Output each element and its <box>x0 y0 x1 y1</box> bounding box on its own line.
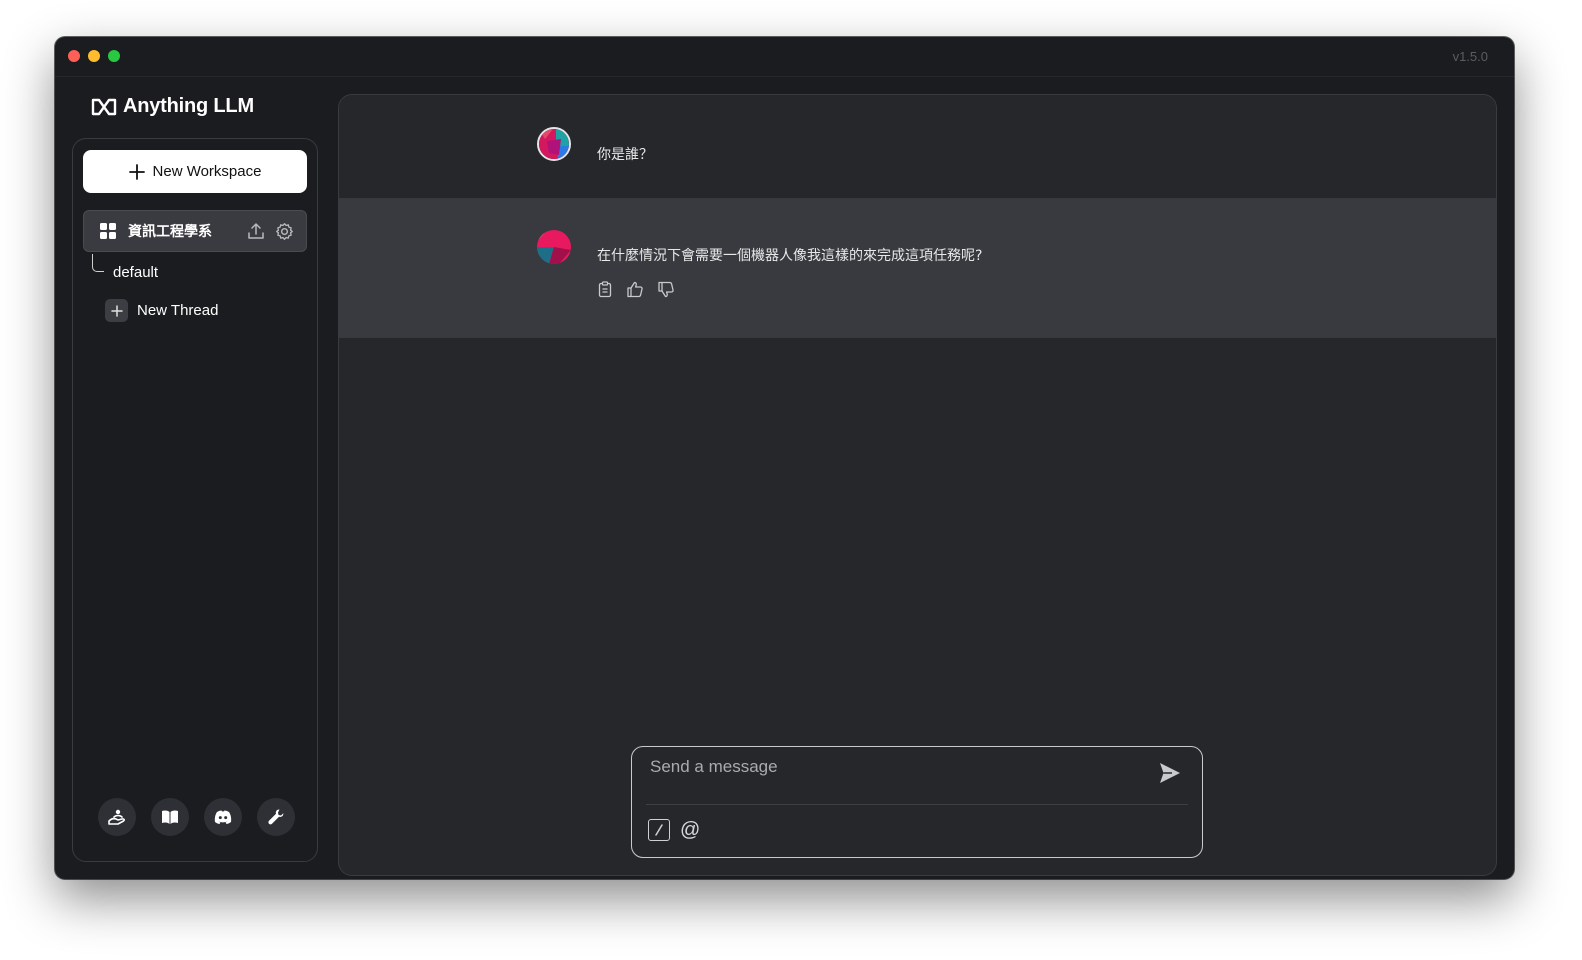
chat-panel: 你是誰？ 在什麼情況下會需要一個機器人像我這樣的來完成這項任務呢? Send a… <box>338 94 1497 876</box>
user-message-text: 你是誰？ <box>597 147 653 163</box>
docs-book-icon[interactable] <box>151 798 189 836</box>
message-actions <box>597 281 675 303</box>
copy-clipboard-icon[interactable] <box>597 281 613 303</box>
agent-mention-button[interactable]: @ <box>680 819 700 841</box>
app-name: Anything LLM <box>123 95 254 117</box>
settings-wrench-icon[interactable] <box>257 798 295 836</box>
thumbs-down-icon[interactable] <box>657 281 675 303</box>
assistant-message-text: 在什麼情況下會需要一個機器人像我這樣的來完成這項任務呢? <box>597 248 983 264</box>
sidebar-footer <box>98 798 295 836</box>
thumbs-up-icon[interactable] <box>626 281 644 303</box>
thread-item-default[interactable]: default <box>113 264 158 281</box>
message-input[interactable]: Send a message <box>650 757 778 777</box>
send-message-icon[interactable] <box>1158 761 1182 790</box>
discord-icon[interactable] <box>204 798 242 836</box>
title-bar: v1.5.0 <box>55 37 1514 77</box>
close-window-button[interactable] <box>68 50 80 62</box>
community-hub-icon[interactable] <box>98 798 136 836</box>
composer-tools: @ <box>648 819 700 841</box>
upload-icon[interactable] <box>247 222 265 240</box>
message-composer: Send a message @ <box>631 746 1203 858</box>
composer-divider <box>646 804 1188 805</box>
user-avatar <box>537 127 571 161</box>
new-thread-label: New Thread <box>137 302 219 319</box>
slash-icon <box>655 824 663 836</box>
app-window: v1.5.0 Anything LLM New Workspace 資訊工程學系 <box>55 37 1514 879</box>
plus-icon <box>128 163 145 180</box>
thread-connector <box>92 254 104 272</box>
version-label: v1.5.0 <box>1452 49 1488 64</box>
chat-message-user: 你是誰？ <box>339 95 1496 198</box>
sidebar: New Workspace 資訊工程學系 default New Thread <box>72 138 318 862</box>
app-logo: Anything LLM <box>91 95 254 118</box>
new-workspace-label: New Workspace <box>152 163 262 180</box>
new-workspace-button[interactable]: New Workspace <box>83 150 307 193</box>
chat-message-assistant: 在什麼情況下會需要一個機器人像我這樣的來完成這項任務呢? <box>339 198 1496 338</box>
slash-command-button[interactable] <box>648 819 670 841</box>
workspace-name: 資訊工程學系 <box>128 223 212 239</box>
workspace-grid-icon <box>100 223 116 239</box>
assistant-avatar <box>537 230 571 264</box>
anything-llm-logo-icon <box>91 98 117 115</box>
workspace-item[interactable]: 資訊工程學系 <box>83 210 307 252</box>
maximize-window-button[interactable] <box>108 50 120 62</box>
minimize-window-button[interactable] <box>88 50 100 62</box>
new-thread-button[interactable]: New Thread <box>105 299 218 322</box>
workspace-settings-gear-icon[interactable] <box>275 222 294 241</box>
plus-icon <box>105 299 128 322</box>
